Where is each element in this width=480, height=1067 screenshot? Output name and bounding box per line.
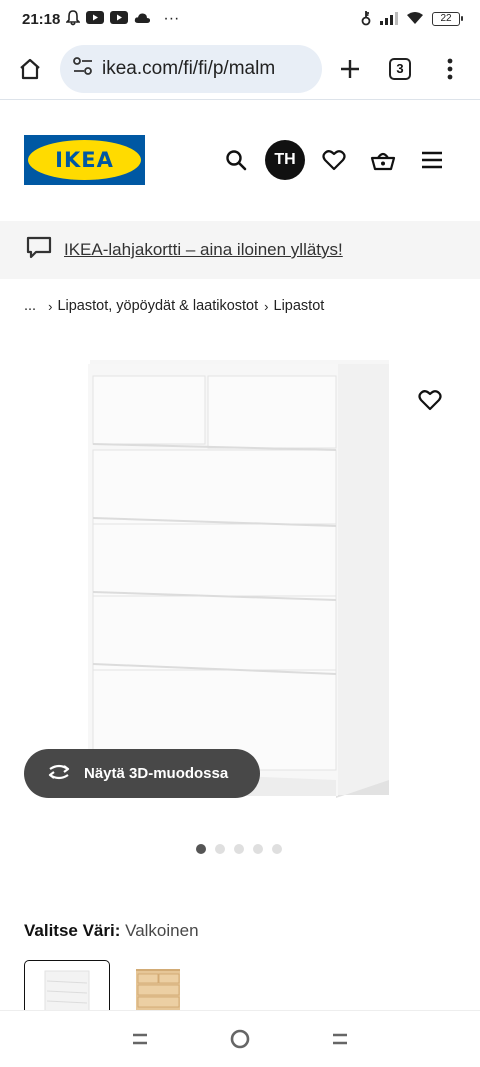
gift-card-link[interactable]: IKEA-lahjakortti – aina iloinen yllätys! [64, 240, 343, 260]
carousel-dot[interactable] [272, 844, 282, 854]
heart-icon[interactable] [310, 136, 358, 184]
battery-icon: 22 [432, 12, 463, 26]
status-time: 21:18 [22, 10, 61, 28]
system-nav-bar [0, 1010, 480, 1067]
search-icon[interactable] [212, 136, 260, 184]
product-image[interactable] [0, 340, 480, 820]
site-settings-icon[interactable] [72, 56, 94, 81]
carousel-dot[interactable] [215, 844, 225, 854]
heart-icon[interactable] [410, 380, 450, 420]
new-tab-icon[interactable] [330, 49, 370, 89]
site-header: IKEA TH [0, 100, 480, 220]
tab-switcher-icon[interactable]: 3 [380, 49, 420, 89]
notification-bell-icon [65, 9, 82, 29]
back-nav-icon[interactable] [320, 1019, 360, 1059]
breadcrumb-ellipsis[interactable]: ... [24, 298, 36, 314]
cart-icon[interactable] [359, 136, 407, 184]
key-icon [360, 10, 372, 29]
ikea-logo-text: IKEA [28, 140, 141, 180]
chevron-right-icon: › [264, 298, 269, 314]
chevron-right-icon: › [48, 298, 53, 314]
carousel-dot[interactable] [196, 844, 206, 854]
carousel-dot[interactable] [253, 844, 263, 854]
rotate-3d-icon [46, 763, 72, 785]
tab-count: 3 [389, 57, 411, 80]
dresser-illustration [88, 360, 389, 798]
hamburger-icon[interactable] [408, 136, 456, 184]
carousel-dots [196, 844, 282, 854]
address-bar[interactable]: ikea.com/fi/fi/p/malm [60, 44, 322, 93]
color-select-label: Valitse Väri: [24, 921, 121, 940]
account-button[interactable]: TH [261, 136, 309, 184]
recents-nav-icon[interactable] [120, 1019, 160, 1059]
breadcrumb-item[interactable]: Lipastot, yöpöydät & laatikostot [57, 298, 258, 314]
view-3d-label: Näytä 3D-muodossa [84, 765, 229, 782]
header-icons: TH [211, 136, 456, 184]
breadcrumb-item[interactable]: Lipastot [274, 298, 325, 314]
avatar: TH [265, 140, 305, 180]
status-more: ··· [163, 10, 180, 27]
home-nav-icon[interactable] [220, 1019, 260, 1059]
youtube-icon [86, 11, 105, 27]
carousel-dot[interactable] [234, 844, 244, 854]
status-left: 21:18 ··· [22, 9, 180, 29]
cloud-icon [134, 11, 151, 27]
wifi-icon [406, 11, 424, 28]
home-icon[interactable] [10, 49, 50, 89]
color-select-title: Valitse Väri: Valkoinen [24, 921, 199, 941]
url-text[interactable]: ikea.com/fi/fi/p/malm [102, 58, 275, 80]
ikea-logo[interactable]: IKEA [24, 135, 145, 185]
signal-icon [380, 11, 398, 28]
browser-toolbar: ikea.com/fi/fi/p/malm 3 [0, 38, 480, 100]
menu-dots-icon[interactable] [430, 49, 470, 89]
status-bar: 21:18 ··· 22 [0, 0, 480, 38]
promo-banner: IKEA-lahjakortti – aina iloinen yllätys! [0, 221, 480, 279]
breadcrumb: ... › Lipastot, yöpöydät & laatikostot ›… [24, 298, 324, 314]
color-select-value: Valkoinen [125, 921, 199, 940]
status-right: 22 [360, 10, 463, 29]
chat-icon [26, 236, 52, 265]
view-3d-button[interactable]: Näytä 3D-muodossa [24, 749, 260, 798]
youtube-icon [110, 11, 129, 27]
